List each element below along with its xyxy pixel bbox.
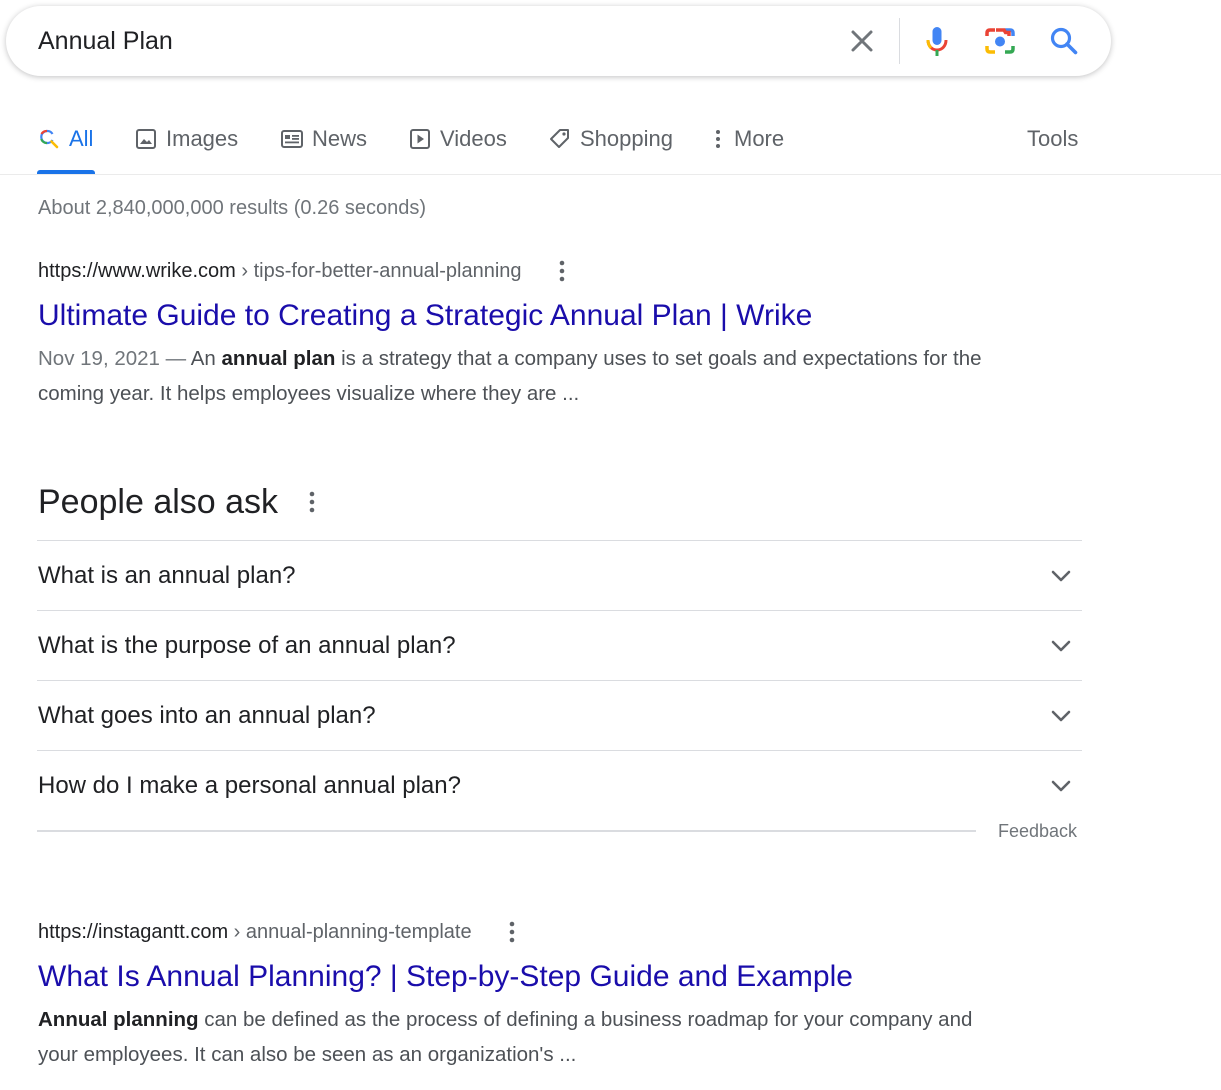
more-options-icon[interactable] — [502, 918, 522, 946]
tabs-divider — [0, 174, 1221, 175]
result-stats: About 2,840,000,000 results (0.26 second… — [38, 197, 427, 219]
more-options-icon[interactable] — [302, 482, 322, 522]
tab-videos[interactable]: Videos — [408, 124, 507, 154]
search-icon — [37, 127, 61, 151]
people-also-ask-heading: People also ask — [38, 482, 322, 522]
paa-question-text: What is an annual plan? — [38, 561, 296, 589]
tools-button[interactable]: Tools — [1027, 124, 1078, 154]
result-title-link[interactable]: What Is Annual Planning? | Step-by-Step … — [38, 960, 998, 994]
paa-question[interactable]: How do I make a personal annual plan? — [37, 750, 1082, 820]
search-box — [6, 6, 1111, 76]
tab-images[interactable]: Images — [134, 124, 238, 154]
tab-label: News — [312, 126, 368, 151]
paa-question[interactable]: What goes into an annual plan? — [37, 680, 1082, 750]
result-breadcrumb: › annual-planning-template — [233, 920, 472, 943]
result-breadcrumb: › tips-for-better-annual-planning — [241, 259, 522, 282]
result-snippet: Nov 19, 2021 — An annual plan is a strat… — [38, 341, 998, 411]
snippet-text: An — [190, 347, 216, 370]
tab-shopping[interactable]: Shopping — [548, 124, 673, 154]
result-citation: https://instagantt.com › annual-planning… — [38, 918, 998, 946]
tag-icon — [548, 127, 572, 151]
tab-more[interactable]: More — [710, 124, 784, 154]
paa-question-text: What is the purpose of an annual plan? — [38, 631, 456, 659]
search-icon[interactable] — [1046, 23, 1082, 59]
microphone-icon[interactable] — [919, 23, 955, 59]
camera-icon[interactable] — [982, 23, 1018, 59]
chevron-down-icon[interactable] — [1048, 563, 1074, 589]
tab-news[interactable]: News — [280, 124, 367, 154]
snippet-highlight: Annual planning — [38, 1008, 199, 1031]
paa-question-text: What goes into an annual plan? — [38, 701, 376, 729]
result-date: Nov 19, 2021 — — [38, 347, 187, 370]
result-title-link[interactable]: Ultimate Guide to Creating a Strategic A… — [38, 299, 998, 333]
result-url[interactable]: https://www.wrike.com — [38, 260, 236, 283]
tab-all[interactable]: All — [37, 124, 93, 154]
feedback-link[interactable]: Feedback — [998, 821, 1077, 842]
chevron-down-icon[interactable] — [1048, 773, 1074, 799]
more-vert-icon — [710, 127, 726, 151]
video-icon — [408, 127, 432, 151]
search-box-divider — [899, 18, 900, 64]
tab-label: All — [69, 126, 94, 151]
tools-label: Tools — [1027, 126, 1079, 151]
tab-label: More — [734, 126, 785, 151]
result-snippet: Annual planning can be defined as the pr… — [38, 1002, 998, 1072]
paa-divider — [37, 830, 976, 832]
paa-question[interactable]: What is an annual plan? — [37, 540, 1082, 610]
chevron-down-icon[interactable] — [1048, 703, 1074, 729]
close-icon[interactable] — [844, 23, 880, 59]
snippet-highlight: annual plan — [221, 347, 336, 370]
result-citation: https://www.wrike.com › tips-for-better-… — [38, 257, 998, 285]
paa-question[interactable]: What is the purpose of an annual plan? — [37, 610, 1082, 680]
news-icon — [280, 127, 304, 151]
search-result: https://www.wrike.com › tips-for-better-… — [38, 257, 998, 411]
tab-label: Shopping — [580, 126, 673, 151]
people-also-ask-list: What is an annual plan? What is the purp… — [37, 540, 1082, 820]
search-input[interactable] — [38, 22, 798, 60]
search-result: https://instagantt.com › annual-planning… — [38, 918, 998, 1072]
tab-label: Videos — [440, 126, 507, 151]
chevron-down-icon[interactable] — [1048, 633, 1074, 659]
paa-question-text: How do I make a personal annual plan? — [38, 771, 461, 799]
result-url[interactable]: https://instagantt.com — [38, 921, 228, 944]
image-icon — [134, 127, 158, 151]
search-results-page: All Images News — [0, 0, 1221, 1090]
more-options-icon[interactable] — [552, 257, 572, 285]
paa-title: People also ask — [38, 482, 279, 521]
tab-label: Images — [166, 126, 239, 151]
search-tabs: All Images News Videos Shopping More Too… — [0, 114, 1221, 174]
